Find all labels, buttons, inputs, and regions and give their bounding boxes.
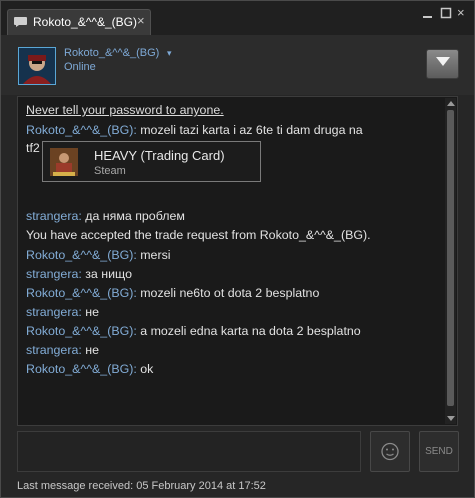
smiley-icon (381, 442, 399, 461)
message-text: a mozeli edna karta na dota 2 besplatno (136, 324, 361, 338)
minimize-icon[interactable] (422, 7, 434, 19)
message-sender[interactable]: strangera: (26, 267, 82, 281)
maximize-icon[interactable] (440, 7, 452, 19)
chat-bubble-icon (14, 17, 27, 27)
avatar[interactable] (18, 47, 56, 85)
send-button[interactable]: SEND (419, 431, 459, 472)
message-sender[interactable]: Rokoto_&^^&_(BG): (26, 362, 137, 376)
last-message-status: Last message received: 05 February 2014 … (17, 480, 266, 492)
scrollbar-thumb[interactable] (447, 110, 454, 406)
message-text: ok (136, 362, 154, 376)
trading-card-title: HEAVY (Trading Card) (94, 148, 225, 163)
tab-close-button[interactable]: × (137, 13, 145, 28)
message-sender[interactable]: strangera: (26, 343, 82, 357)
message-sender[interactable]: Rokoto_&^^&_(BG): (26, 248, 137, 262)
chat-options-dropdown-button[interactable] (426, 49, 459, 79)
scroll-down-icon[interactable] (447, 416, 455, 421)
avatar-image (19, 48, 55, 84)
message-text: mersi (136, 248, 171, 262)
message-sender[interactable]: Rokoto_&^^&_(BG): (26, 324, 137, 338)
chat-message: strangera: да няма проблем (26, 209, 185, 224)
friend-status: Online (64, 61, 96, 73)
message-text: You have accepted the trade request from… (26, 228, 371, 242)
message-text: tf2 (26, 141, 40, 155)
chat-message: strangera: не (26, 305, 99, 320)
chat-message: Rokoto_&^^&_(BG): mozeli tazi karta i az… (26, 123, 363, 138)
chat-message: You have accepted the trade request from… (26, 228, 371, 243)
message-sender[interactable]: strangera: (26, 209, 82, 223)
chat-scrollbar[interactable] (445, 98, 456, 424)
trading-card-item[interactable]: HEAVY (Trading Card) Steam (42, 141, 261, 182)
message-text: да няма проблем (81, 209, 185, 223)
title-bar: Rokoto_&^^&_(BG) × × (1, 1, 474, 35)
emoticon-button[interactable] (370, 431, 410, 472)
message-text: не (81, 305, 99, 319)
friend-header: Rokoto_&^^&_(BG) ▾ Online (1, 35, 474, 95)
chat-message: strangera: не (26, 343, 99, 358)
friend-name[interactable]: Rokoto_&^^&_(BG) (64, 47, 159, 59)
chevron-down-icon (436, 57, 450, 66)
chat-message: Rokoto_&^^&_(BG): mersi (26, 248, 171, 263)
message-text: mozeli tazi karta i az 6te ti dam druga … (136, 123, 363, 137)
scroll-up-icon[interactable] (447, 101, 455, 106)
message-text: не (81, 343, 99, 357)
chat-message: Rokoto_&^^&_(BG): a mozeli edna karta na… (26, 324, 361, 339)
friend-menu-caret-icon[interactable]: ▾ (167, 48, 172, 59)
message-sender[interactable]: strangera: (26, 305, 82, 319)
chat-log: Never tell your password to anyone. Roko… (17, 96, 458, 426)
chat-message: Rokoto_&^^&_(BG): mozeli ne6to ot dota 2… (26, 286, 319, 301)
close-icon[interactable]: × (457, 5, 465, 20)
message-text: mozeli ne6to ot dota 2 besplatno (136, 286, 320, 300)
message-text: за нищо (81, 267, 132, 281)
trading-card-source: Steam (94, 165, 126, 177)
message-sender[interactable]: Rokoto_&^^&_(BG): (26, 286, 137, 300)
chat-message: tf2 (26, 141, 40, 156)
chat-message: strangera: за нищо (26, 267, 132, 282)
message-input[interactable] (17, 431, 361, 472)
tab-title: Rokoto_&^^&_(BG) (33, 15, 137, 29)
message-sender[interactable]: Rokoto_&^^&_(BG): (26, 123, 137, 137)
trading-card-thumbnail (50, 148, 78, 176)
chat-window: Rokoto_&^^&_(BG) × × Rokoto_&^^&_(BG) ▾ … (0, 0, 475, 498)
system-notice: Never tell your password to anyone. (26, 103, 224, 117)
chat-message: Rokoto_&^^&_(BG): ok (26, 362, 153, 377)
chat-tab[interactable]: Rokoto_&^^&_(BG) × (7, 9, 151, 35)
